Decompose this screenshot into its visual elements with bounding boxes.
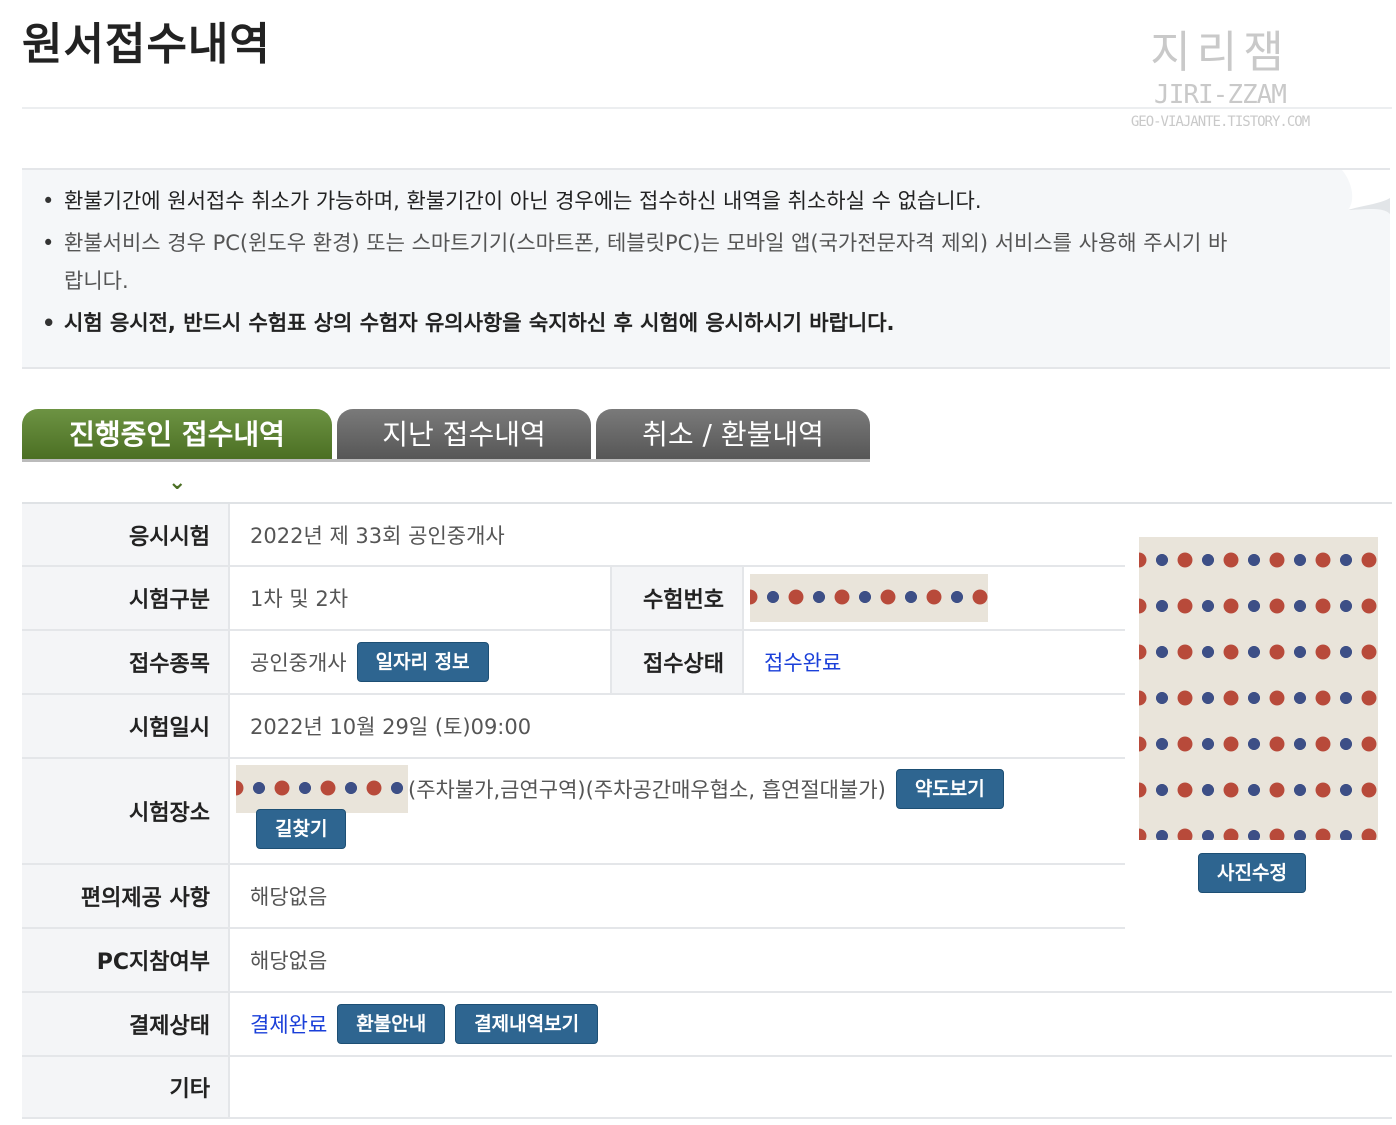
page-title: 원서접수내역 — [22, 19, 271, 70]
chevron-down-icon: ⌄ — [168, 470, 187, 495]
value-exam-number — [744, 567, 1125, 629]
label-status: 접수상태 — [610, 631, 744, 693]
row-convenience: 편의제공 사항 해당없음 — [22, 865, 1125, 929]
subject-text: 공인중개사 — [250, 651, 347, 675]
label-pc: PC지참여부 — [22, 929, 230, 991]
notice-item: 시험 응시전, 반드시 수험표 상의 수험자 유의사항을 숙지하신 후 시험에 … — [42, 304, 1390, 342]
row-payment: 결제상태 결제완료 환불안내 결제내역보기 — [22, 993, 1392, 1057]
value-date: 2022년 10월 29일 (토)09:00 — [250, 715, 532, 739]
venue-note: (주차불가,금연구역)(주차공간매우협소, 흡연절대불가) — [408, 778, 886, 802]
row-subject: 접수종목 공인중개사 일자리 정보 접수상태 접수완료 — [22, 631, 1125, 695]
job-info-button[interactable]: 일자리 정보 — [356, 642, 489, 682]
tab-current-applications[interactable]: 진행중인 접수내역 — [22, 409, 332, 461]
tab-past-applications[interactable]: 지난 접수내역 — [337, 409, 591, 461]
label-venue: 시험장소 — [22, 759, 230, 863]
value-pc: 해당없음 — [250, 949, 328, 973]
label-subject: 접수종목 — [22, 631, 230, 693]
value-category: 1차 및 2차 — [250, 587, 349, 611]
row-pc: PC지참여부 해당없음 — [22, 929, 1392, 993]
payment-status: 결제완료 — [250, 1013, 328, 1037]
label-date: 시험일시 — [22, 695, 230, 757]
notice-box: 환불기간에 원서접수 취소가 가능하며, 환불기간이 아닌 경우에는 접수하신 … — [22, 168, 1390, 369]
value-convenience: 해당없음 — [250, 885, 328, 909]
notice-item: 환불서비스 경우 PC(윈도우 환경) 또는 스마트기기(스마트폰, 테블릿PC… — [42, 224, 1244, 300]
row-category: 시험구분 1차 및 2차 수험번호 — [22, 567, 1125, 631]
row-exam: 응시시험 2022년 제 33회 공인중개사 — [22, 504, 1125, 567]
value-exam: 2022년 제 33회 공인중개사 — [250, 523, 505, 548]
row-venue: 시험장소 (주차불가,금연구역)(주차공간매우협소, 흡연절대불가) 약도보기 … — [22, 759, 1125, 865]
tab-cancel-refund[interactable]: 취소 / 환불내역 — [596, 409, 870, 461]
row-etc: 기타 — [22, 1057, 1392, 1119]
value-subject: 공인중개사 일자리 정보 — [230, 631, 610, 693]
value-payment: 결제완료 환불안내 결제내역보기 — [230, 993, 1392, 1055]
label-convenience: 편의제공 사항 — [22, 865, 230, 927]
watermark: 지리잼 JIRI-ZZAM GEO-VIAJANTE.TISTORY.COM — [1120, 27, 1320, 131]
map-button[interactable]: 약도보기 — [895, 769, 1004, 809]
label-etc: 기타 — [22, 1057, 230, 1117]
notice-item: 환불기간에 원서접수 취소가 가능하며, 환불기간이 아닌 경우에는 접수하신 … — [42, 182, 1390, 220]
row-date: 시험일시 2022년 10월 29일 (토)09:00 — [22, 695, 1125, 759]
watermark-english: JIRI-ZZAM — [1154, 80, 1287, 110]
label-exam-number: 수험번호 — [610, 567, 744, 629]
value-etc — [230, 1057, 1392, 1117]
value-status: 접수완료 — [764, 651, 842, 675]
redacted-image — [750, 574, 988, 622]
label-category: 시험구분 — [22, 567, 230, 629]
label-exam: 응시시험 — [22, 504, 230, 565]
label-payment: 결제상태 — [22, 993, 230, 1055]
tab-underline — [22, 459, 870, 462]
refund-guide-button[interactable]: 환불안내 — [337, 1004, 446, 1044]
directions-button[interactable]: 길찾기 — [256, 809, 347, 849]
payment-history-button[interactable]: 결제내역보기 — [455, 1004, 599, 1044]
edit-photo-button[interactable]: 사진수정 — [1198, 853, 1306, 893]
applicant-photo — [1139, 537, 1378, 840]
watermark-korean: 지리잼 — [1150, 27, 1290, 78]
value-venue: (주차불가,금연구역)(주차공간매우협소, 흡연절대불가) 약도보기 길찾기 — [230, 759, 1125, 863]
watermark-site: GEO-VIAJANTE.TISTORY.COM — [1130, 114, 1310, 130]
redacted-image — [236, 765, 408, 813]
notice-list: 환불기간에 원서접수 취소가 가능하며, 환불기간이 아닌 경우에는 접수하신 … — [22, 170, 1390, 342]
